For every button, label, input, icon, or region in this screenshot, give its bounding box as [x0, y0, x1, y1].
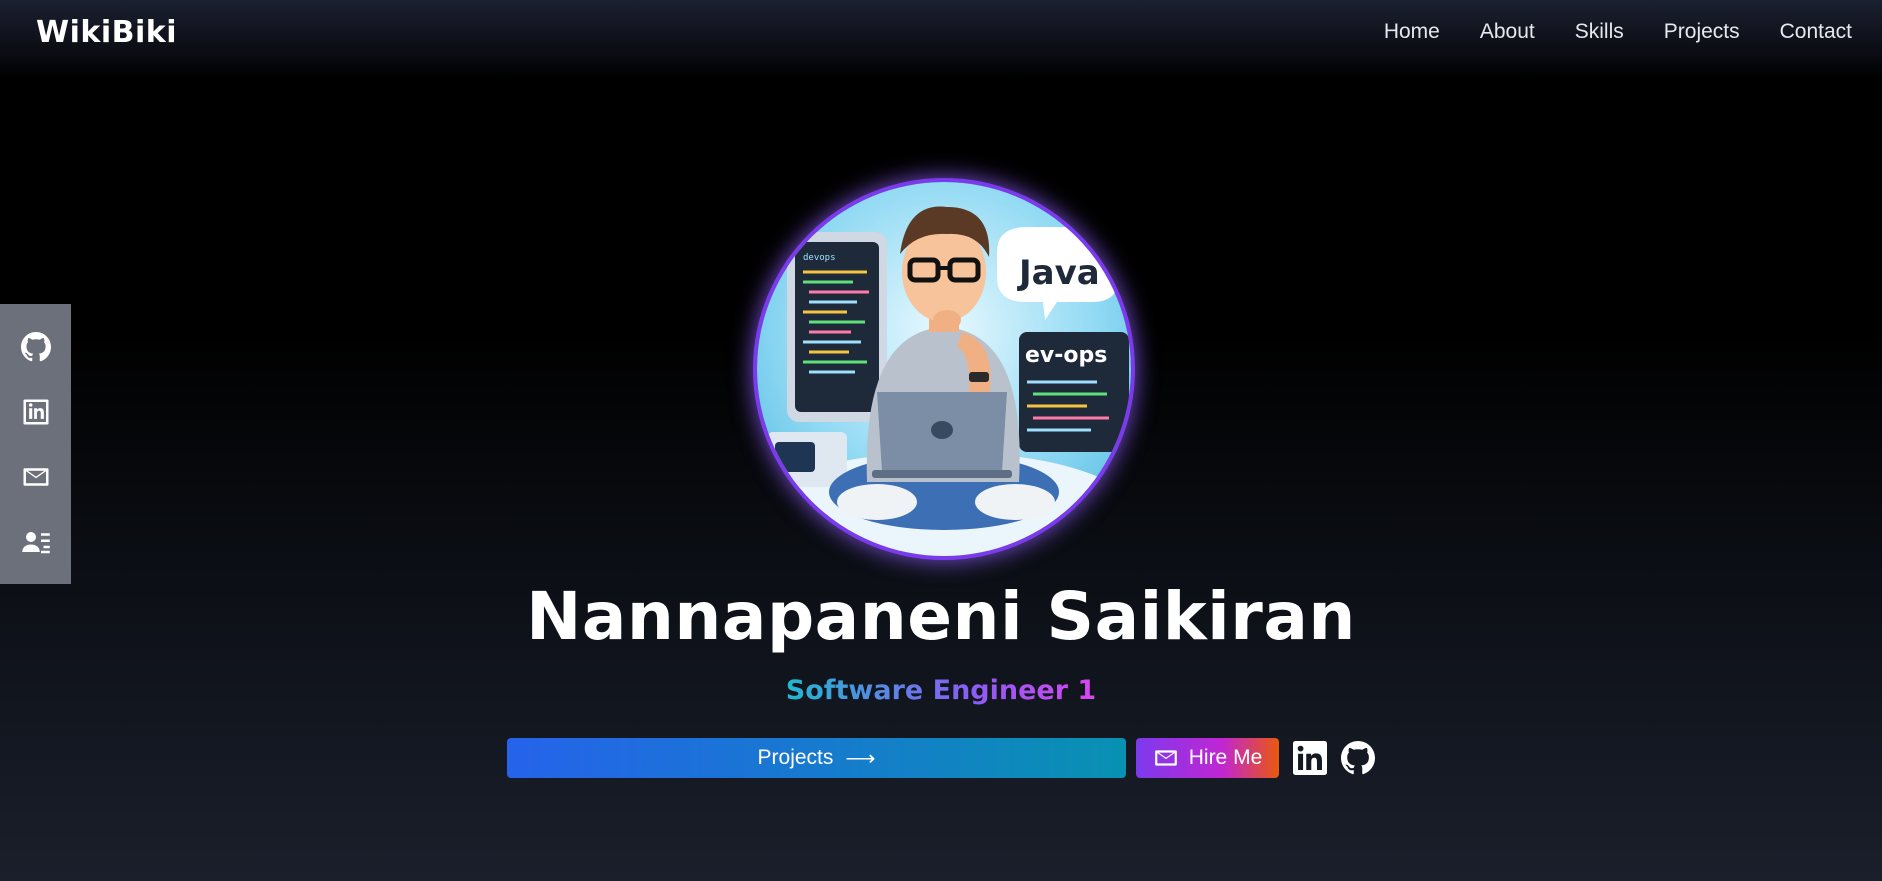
- hero-github-link[interactable]: [1341, 741, 1375, 775]
- nav-home[interactable]: Home: [1384, 20, 1440, 44]
- svg-text:ev-ops: ev-ops: [1025, 343, 1107, 368]
- github-icon: [20, 331, 51, 361]
- hero-role-text: Software Engineer 1: [785, 675, 1097, 706]
- hero-name: Nannapaneni Saikiran: [526, 578, 1356, 655]
- dock-mail-link[interactable]: [18, 459, 54, 495]
- projects-button[interactable]: Projects ⟶: [507, 738, 1126, 778]
- nav-about[interactable]: About: [1480, 20, 1535, 44]
- hero-linkedin-link[interactable]: [1293, 741, 1327, 775]
- nav-skills[interactable]: Skills: [1575, 20, 1624, 44]
- social-side-dock: [0, 304, 71, 584]
- hero-actions: Projects ⟶ Hire Me: [507, 738, 1375, 778]
- developer-illustration: devops ev-ops Java: [757, 182, 1131, 556]
- brand-logo[interactable]: WikiBiki: [36, 15, 177, 50]
- arrow-right-icon: ⟶: [845, 746, 876, 770]
- svg-text:devops: devops: [803, 253, 836, 263]
- nav-projects[interactable]: Projects: [1664, 20, 1740, 44]
- linkedin-icon: [1293, 741, 1327, 775]
- dock-github-link[interactable]: [18, 329, 54, 365]
- linkedin-icon: [23, 399, 48, 424]
- hero-role: Software Engineer 1: [0, 675, 1882, 706]
- dock-linkedin-link[interactable]: [18, 394, 54, 430]
- nav-contact[interactable]: Contact: [1780, 20, 1852, 44]
- nav-links: Home About Skills Projects Contact: [1384, 20, 1852, 44]
- profile-avatar: devops ev-ops Java: [757, 182, 1131, 556]
- hire-me-button[interactable]: Hire Me: [1136, 738, 1279, 778]
- mail-icon: [23, 467, 48, 486]
- dock-contact-link[interactable]: [18, 524, 54, 560]
- mail-icon: [1154, 750, 1177, 766]
- contact-card-icon: [21, 531, 50, 553]
- hire-me-button-label: Hire Me: [1188, 746, 1263, 769]
- top-navbar: WikiBiki Home About Skills Projects Cont…: [0, 0, 1882, 78]
- projects-button-label: Projects: [757, 746, 834, 769]
- github-icon: [1341, 741, 1375, 775]
- svg-text:Java: Java: [1017, 253, 1100, 293]
